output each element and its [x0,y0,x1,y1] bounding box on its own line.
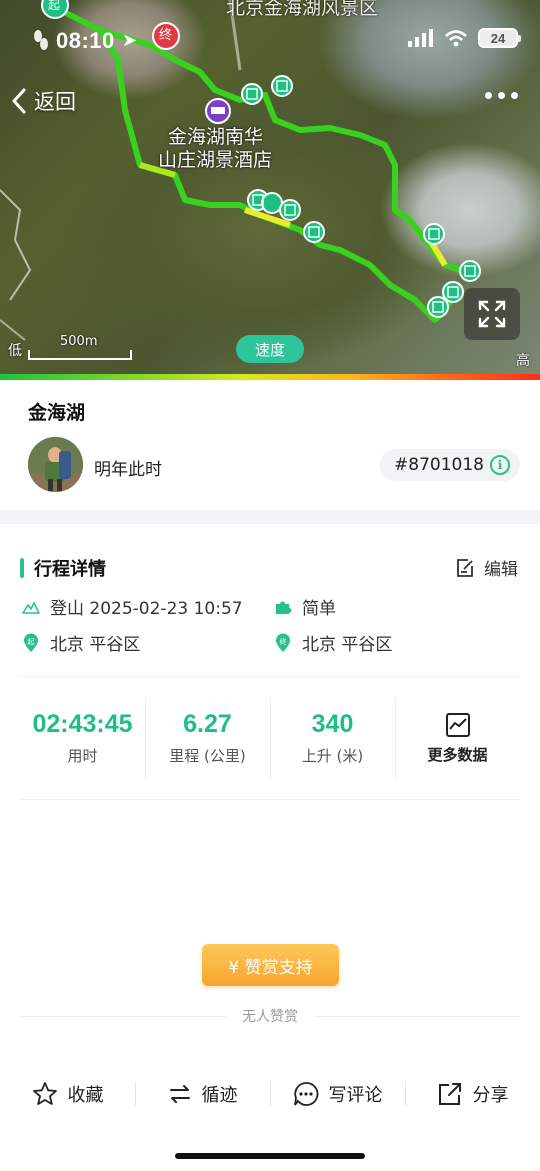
poi-name-line1: 金海湖南华 [168,126,264,148]
area-label: 北京金海湖风景区 [226,0,379,19]
wifi-icon [445,30,467,47]
scale-distance-label: 500m [60,334,98,349]
status-bar: 08:10 ➤ 24 [0,22,540,58]
user-name[interactable]: 明年此时 [94,455,162,480]
share-button[interactable]: 分享 [405,1072,540,1116]
battery-level: 24 [490,30,506,46]
details-heading-label: 行程详情 [34,559,106,580]
map-scale: 低 500m [8,334,132,360]
stat-distance: 6.27 里程 (公里) [145,677,270,799]
section-divider [0,510,540,524]
location-arrow-icon: ➤ [122,30,138,51]
more-data-label: 更多数据 [427,745,488,764]
speed-gradient-legend [0,374,540,380]
start-pin-icon: 起 [24,633,38,652]
user-avatar[interactable] [28,437,83,492]
chevron-left-icon [12,88,26,114]
divider-line [20,1015,226,1017]
more-menu-button[interactable] [485,92,518,99]
share-label: 分享 [472,1085,509,1106]
stats-panel: 02:43:45 用时 6.27 里程 (公里) 340 上升 (米) 更多数据 [20,676,520,800]
edit-label: 编辑 [484,560,518,580]
track-detail-page: 北京金海湖风景区 起 终 金海湖南华 山庄湖景酒店 08:10 ➤ 24 返回 … [0,0,540,1171]
scale-bar: 500m [28,334,132,360]
more-data-button[interactable]: 更多数据 [395,677,520,799]
comment-icon [293,1082,318,1106]
track-id-value: #8701018 [394,455,484,475]
favorite-label: 收藏 [67,1085,104,1106]
share-icon [438,1083,461,1105]
info-icon[interactable]: i [490,455,510,475]
fullscreen-button[interactable] [464,288,520,340]
edit-button[interactable]: 编辑 [456,555,518,580]
signal-icon [408,29,433,47]
end-place-row: 终 北京 平谷区 [274,630,392,655]
more-dot-icon [485,92,492,99]
more-dot-icon [498,92,505,99]
mountain-icon [22,601,40,614]
poi-name-line2: 山庄湖景酒店 [158,149,273,171]
back-button[interactable]: 返回 [10,86,76,116]
duration-value: 02:43:45 [32,710,133,738]
end-place-text: 北京 平谷区 [302,635,393,655]
loop-arrows-icon [169,1085,190,1103]
battery-icon: 24 [478,28,521,48]
star-icon [32,1082,57,1105]
avatar-image [28,437,83,492]
heading-accent-bar [20,558,24,578]
comment-label: 写评论 [328,1085,383,1106]
reward-button[interactable]: ¥ 赞赏支持 [202,944,339,986]
scale-high-label: 高 [516,353,530,369]
follow-track-label: 循迹 [201,1085,238,1106]
distance-value: 6.27 [183,710,232,738]
end-pin-icon: 终 [276,633,290,652]
start-marker[interactable]: 起 [48,0,60,16]
speed-toggle-button[interactable]: 速度 [236,335,304,363]
follow-track-button[interactable]: 循迹 [135,1072,270,1116]
comment-button[interactable]: 写评论 [270,1072,405,1116]
track-title: 金海湖 [28,402,86,424]
start-badge: 起 [28,638,35,646]
details-heading: 行程详情 [20,555,106,581]
puzzle-icon [276,601,292,614]
start-place-text: 北京 平谷区 [50,635,141,655]
ascent-value: 340 [311,710,354,738]
activity-text: 登山 2025-02-23 10:57 [50,599,243,619]
track-id-badge[interactable]: #8701018 i [380,449,520,481]
reward-empty-text: 无人赞赏 [242,1009,298,1025]
reward-empty-row: 无人赞赏 [20,1006,520,1026]
route-map[interactable]: 北京金海湖风景区 起 终 金海湖南华 山庄湖景酒店 08:10 ➤ 24 返回 … [0,0,540,378]
difficulty-row: 简单 [274,594,336,619]
line-chart-icon [445,712,470,737]
home-indicator[interactable] [175,1153,365,1159]
ascent-label: 上升 (米) [301,747,364,765]
expand-icon [478,300,506,328]
duration-label: 用时 [67,747,98,765]
distance-label: 里程 (公里) [169,747,246,765]
start-place-row: 起 北京 平谷区 [22,630,140,655]
divider-line [314,1015,520,1017]
activity-row: 登山 2025-02-23 10:57 [22,594,243,619]
end-badge: 终 [280,637,287,646]
stat-duration: 02:43:45 用时 [20,677,145,799]
scale-low-label: 低 [8,343,22,359]
stat-ascent: 340 上升 (米) [270,677,395,799]
more-dot-icon [511,92,518,99]
status-icons: 24 [408,28,521,48]
status-time: 08:10 [56,28,115,53]
difficulty-text: 简单 [302,599,336,619]
bottom-action-bar: 收藏 循迹 写评论 分享 [0,1072,540,1116]
favorite-button[interactable]: 收藏 [0,1072,135,1116]
back-label: 返回 [34,90,76,114]
edit-icon [457,558,473,577]
